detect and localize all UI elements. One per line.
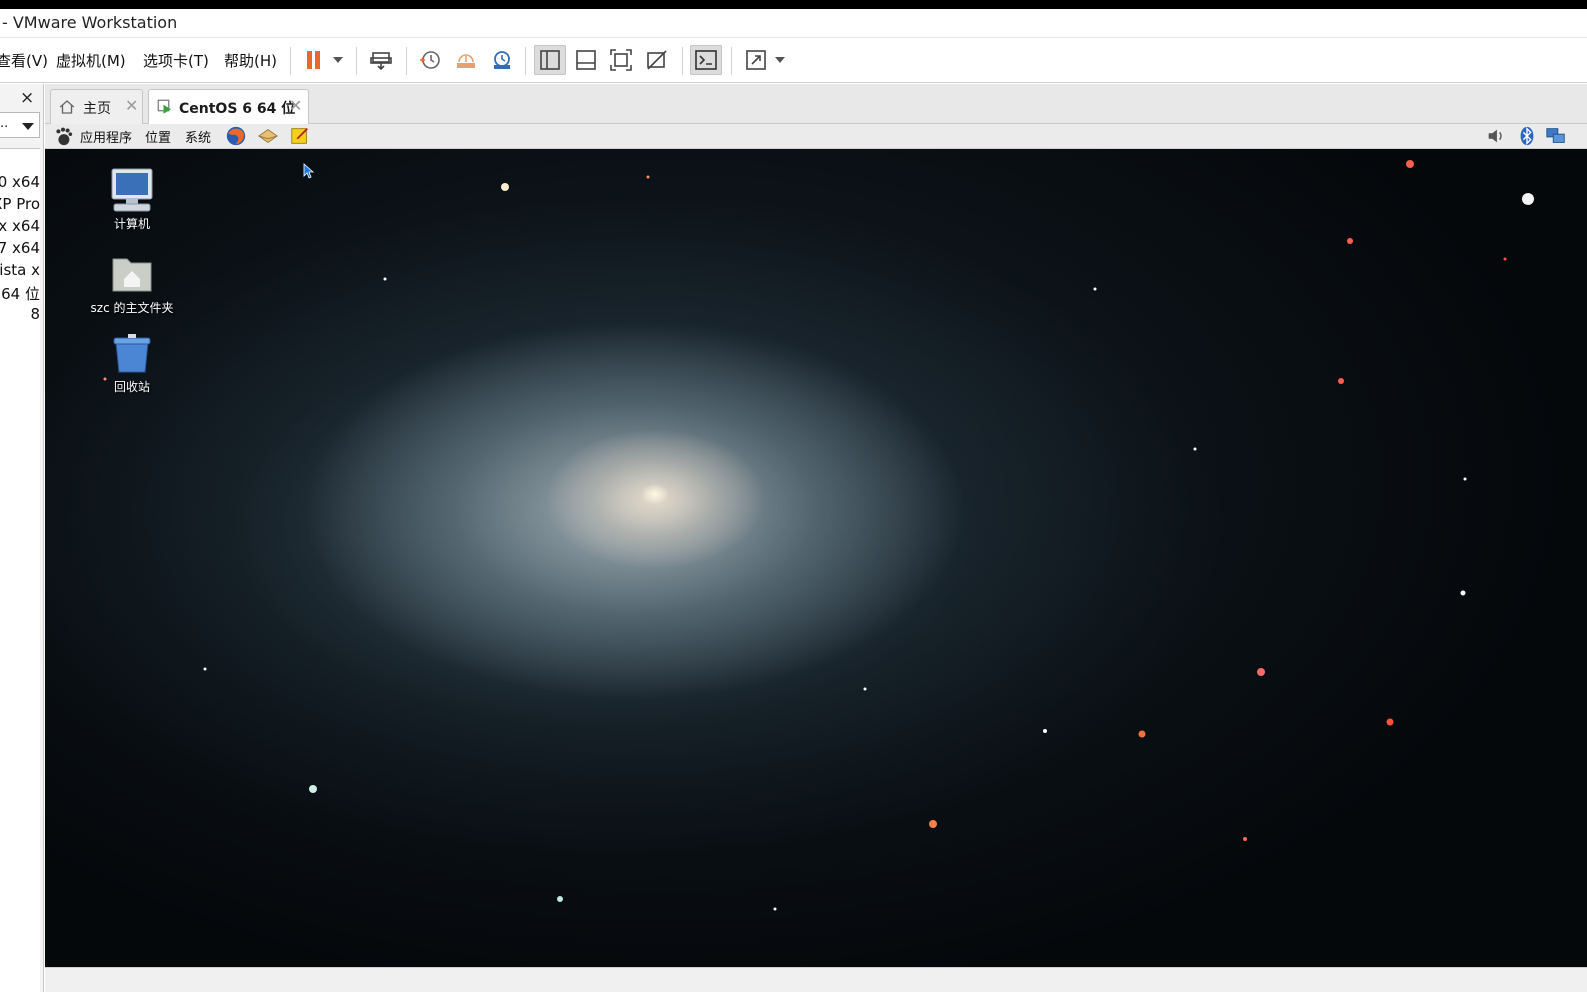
toolbar-separator xyxy=(682,47,683,75)
vm-list: 0 x64 XP Pro 8.x x64 7 x64 Vista x 64 位 … xyxy=(0,148,40,992)
vm-list-item[interactable]: 7 x64 xyxy=(0,239,40,257)
desktop-icon-label: 回收站 xyxy=(113,380,150,394)
library-combo-value: .. xyxy=(0,116,9,131)
desktop-icon-home-folder[interactable]: szc 的主文件夹 xyxy=(82,251,182,316)
home-folder-icon xyxy=(112,258,152,292)
vm-list-item[interactable]: Vista x xyxy=(0,261,40,279)
console-icon xyxy=(695,50,717,70)
gnome-top-panel: 应用程序 位置 系统 xyxy=(45,124,1587,149)
library-panel: × .. 0 x64 XP Pro 8.x x64 7 x64 Vista x … xyxy=(0,84,44,992)
vm-list-item[interactable]: 0 x64 xyxy=(0,173,40,191)
menu-bar: 查看(V) 虚拟机(M) 选项卡(T) 帮助(H) xyxy=(0,39,1587,83)
chevron-down-icon[interactable] xyxy=(22,123,34,130)
snapshot-button[interactable] xyxy=(414,45,446,75)
computer-icon xyxy=(111,168,153,212)
full-screen-button[interactable] xyxy=(605,45,637,75)
full-screen-icon xyxy=(610,49,632,71)
tab-home-close-icon[interactable]: ✕ xyxy=(125,96,138,115)
tab-bar: 主页 ✕ CentOS 6 64 位 ✕ xyxy=(45,84,1587,125)
toolbar-separator xyxy=(290,47,291,75)
volume-icon[interactable] xyxy=(1485,125,1507,147)
snapshot-icon xyxy=(420,51,440,69)
thumbnail-bar-button[interactable] xyxy=(570,45,602,75)
menu-help[interactable]: 帮助(H) xyxy=(224,50,277,71)
menu-view[interactable]: 查看(V) xyxy=(0,50,48,71)
tab-home-label: 主页 xyxy=(83,101,111,117)
pause-dropdown-chevron-down-icon[interactable] xyxy=(333,57,343,63)
window-title: - VMware Workstation xyxy=(2,13,178,32)
library-view-button[interactable] xyxy=(534,45,566,75)
vm-list-item[interactable]: 8 xyxy=(30,305,40,323)
mouse-cursor-icon xyxy=(303,163,315,179)
top-black-strip xyxy=(0,0,1587,9)
tab-centos-label: CentOS 6 64 位 xyxy=(179,101,296,117)
tab-centos[interactable]: CentOS 6 64 位 ✕ xyxy=(148,89,309,125)
mail-icon[interactable] xyxy=(257,125,279,147)
title-bar: - VMware Workstation xyxy=(0,9,1587,38)
pause-button[interactable] xyxy=(298,45,330,75)
toolbar-separator xyxy=(356,47,357,75)
menu-vm[interactable]: 虚拟机(M) xyxy=(56,50,126,71)
gnome-foot-icon[interactable] xyxy=(52,125,74,147)
unity-button[interactable] xyxy=(641,45,673,75)
status-bar xyxy=(45,967,1587,992)
pause-icon xyxy=(307,51,320,69)
toolbar-separator xyxy=(731,47,732,75)
send-ctrl-alt-del-button[interactable] xyxy=(365,45,397,75)
desktop-icon-trash[interactable]: 回收站 xyxy=(82,330,182,395)
vm-list-item[interactable]: 8.x x64 xyxy=(0,217,40,235)
snapshot-manager-button[interactable] xyxy=(486,45,518,75)
stretch-button[interactable] xyxy=(740,45,772,75)
desktop-icon-label: 计算机 xyxy=(113,217,150,231)
gnome-menu-places[interactable]: 位置 xyxy=(145,127,171,146)
tab-home[interactable]: 主页 ✕ xyxy=(50,89,143,124)
send-ctrl-alt-del-icon xyxy=(370,52,392,71)
home-icon xyxy=(59,100,75,114)
thumbnail-bar-icon xyxy=(576,50,596,70)
snapshot-manager-icon xyxy=(494,51,510,69)
firefox-icon[interactable] xyxy=(225,125,247,147)
library-close-icon[interactable]: × xyxy=(20,88,34,108)
revert-snapshot-button[interactable] xyxy=(450,45,482,75)
tab-centos-close-icon[interactable]: ✕ xyxy=(289,96,302,115)
desktop-icon-label: szc 的主文件夹 xyxy=(90,301,174,315)
desktop-icon-computer[interactable]: 计算机 xyxy=(82,167,182,232)
toolbar-separator xyxy=(525,47,526,75)
bluetooth-icon[interactable] xyxy=(1516,125,1538,147)
revert-snapshot-icon xyxy=(457,54,475,68)
menu-tabs[interactable]: 选项卡(T) xyxy=(143,50,209,71)
toolbar-separator xyxy=(406,47,407,75)
unity-icon xyxy=(647,50,667,70)
vm-list-item[interactable]: 64 位 xyxy=(1,283,40,304)
stretch-icon xyxy=(746,50,766,70)
library-search-combo[interactable]: .. xyxy=(0,112,40,138)
library-view-icon xyxy=(540,50,560,70)
gnome-menu-system[interactable]: 系统 xyxy=(185,127,211,146)
notes-icon[interactable] xyxy=(289,125,311,147)
vm-list-item[interactable]: XP Pro xyxy=(0,195,40,213)
gnome-menu-applications[interactable]: 应用程序 xyxy=(80,127,132,146)
guest-desktop[interactable]: 计算机 szc 的主文件夹 回收站 xyxy=(45,149,1587,967)
galaxy-wallpaper xyxy=(103,160,1534,911)
running-vm-icon xyxy=(157,99,171,114)
network-icon[interactable] xyxy=(1545,125,1567,147)
trash-icon xyxy=(113,334,151,373)
console-view-button[interactable] xyxy=(690,45,722,75)
stretch-dropdown-chevron-down-icon[interactable] xyxy=(775,57,785,63)
